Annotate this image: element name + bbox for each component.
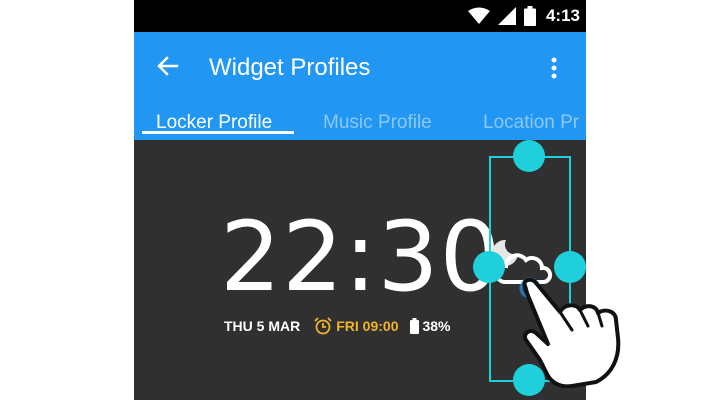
status-bar: 4:13 xyxy=(134,0,586,32)
status-time: 4:13 xyxy=(545,6,580,25)
widget-preview: 22:30 THU 5 MAR FRI 09:00 38% xyxy=(134,140,586,400)
overflow-menu-icon xyxy=(551,57,557,79)
overflow-menu-button[interactable] xyxy=(542,54,566,82)
date-row: THU 5 MAR FRI 09:00 38% xyxy=(224,316,451,336)
app-bar: Widget Profiles Locker Profile Music Pro… xyxy=(134,32,586,140)
resize-handle-left[interactable] xyxy=(473,251,505,283)
phone-screen: 4:13 Widget Profiles Locker Profile Musi… xyxy=(134,0,586,400)
profile-tabs: Locker Profile Music Profile Location Pr xyxy=(134,106,586,140)
clock-time: 22:30 xyxy=(220,201,502,313)
alarm-clock-icon xyxy=(314,317,332,335)
resize-handle-top[interactable] xyxy=(513,140,545,172)
wifi-icon xyxy=(467,7,490,25)
arrow-back-icon xyxy=(157,56,179,76)
battery-percent: 38% xyxy=(422,318,451,334)
back-button[interactable] xyxy=(154,52,182,80)
battery-level-icon xyxy=(410,318,420,334)
status-icons: 4:13 xyxy=(467,0,580,32)
date-text: THU 5 MAR xyxy=(224,318,301,334)
active-tab-indicator xyxy=(142,131,294,134)
pointing-hand-icon xyxy=(520,277,670,393)
alarm-text: FRI 09:00 xyxy=(336,318,399,334)
page-title: Widget Profiles xyxy=(209,54,371,81)
signal-icon xyxy=(497,7,516,25)
tab-music-profile[interactable]: Music Profile xyxy=(323,112,432,134)
tab-location-profile[interactable]: Location Pr xyxy=(483,112,579,134)
battery-icon xyxy=(523,6,536,26)
